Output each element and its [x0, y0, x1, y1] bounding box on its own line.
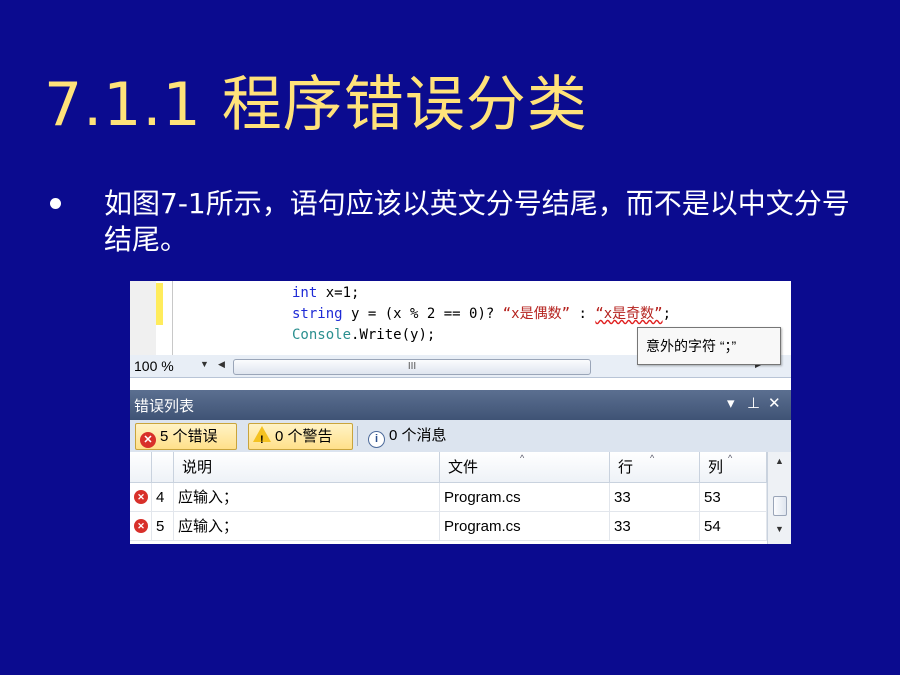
- column-header-icon[interactable]: [130, 452, 152, 483]
- code-text: :: [570, 306, 596, 322]
- errors-filter-button[interactable]: ✕ 5 个错误: [135, 423, 237, 450]
- row-description: 应输入；: [174, 512, 440, 541]
- column-header-number[interactable]: [152, 452, 174, 483]
- row-description: 应输入；: [174, 483, 440, 512]
- bullet-text: 如图7-1所示，语句应该以英文分号结尾，而不是以中文分号结尾。: [104, 187, 850, 256]
- change-marker: [156, 283, 163, 325]
- row-error-icon: ✕: [130, 483, 152, 512]
- messages-filter-button[interactable]: i0 个消息: [364, 423, 447, 448]
- row-line: 33: [610, 512, 700, 541]
- bullet-dot: [50, 198, 61, 209]
- scroll-up-icon[interactable]: ▲: [775, 456, 784, 466]
- row-number: 5: [152, 512, 174, 541]
- errors-count-label: 5 个错误: [160, 428, 218, 445]
- sort-caret-icon: ^: [520, 453, 525, 463]
- code-line-3: Console.Write(y);: [292, 325, 435, 345]
- vertical-scrollbar[interactable]: ▲ ▼: [767, 452, 791, 544]
- row-file: Program.cs: [440, 483, 610, 512]
- column-header-line-label: 行: [618, 459, 634, 476]
- vertical-scroll-thumb[interactable]: [773, 496, 787, 516]
- column-header-line[interactable]: 行 ^: [610, 452, 700, 483]
- error-list-title: 错误列表: [134, 398, 195, 415]
- row-file: Program.cs: [440, 512, 610, 541]
- code-text: .Write(y);: [351, 327, 436, 343]
- toolbar-separator: [357, 426, 358, 446]
- zoom-dropdown-icon[interactable]: ▼: [200, 359, 209, 369]
- error-icon: ✕: [140, 432, 156, 448]
- string-literal-even: “x是偶数”: [502, 306, 571, 322]
- row-number: 4: [152, 483, 174, 512]
- column-header-column[interactable]: 列 ^: [700, 452, 767, 483]
- warning-icon: [253, 426, 271, 453]
- error-icon: ✕: [134, 490, 148, 504]
- column-header-file-label: 文件: [448, 459, 479, 476]
- visual-studio-screenshot: int x=1; string y = (x % 2 == 0)? “x是偶数”…: [130, 281, 791, 544]
- warnings-filter-button[interactable]: 0 个警告: [248, 423, 353, 453]
- warnings-count-label: 0 个警告: [275, 428, 333, 445]
- horizontal-scroll-thumb[interactable]: III: [233, 359, 591, 375]
- code-terminator: ;: [662, 306, 672, 322]
- column-header-column-label: 列: [708, 459, 724, 476]
- scroll-down-icon[interactable]: ▼: [775, 524, 784, 534]
- slide-title: 7.1.1 程序错误分类: [44, 70, 588, 140]
- code-editor[interactable]: int x=1; string y = (x % 2 == 0)? “x是偶数”…: [130, 281, 791, 365]
- code-line-1: int x=1;: [292, 283, 359, 303]
- sort-caret-icon: ^: [650, 453, 655, 463]
- window-position-icon[interactable]: ▾: [727, 394, 735, 412]
- error-list-toolbar: ✕5 个错误 0 个警告 i0 个消息: [130, 420, 791, 453]
- scroll-left-icon[interactable]: ◀: [218, 359, 225, 370]
- error-list-header: 错误列表 ▾ ⊥ ✕: [130, 390, 791, 420]
- error-table: 说明 文件 ^ 行 ^ 列 ^ ✕ 4 应输入； Program.cs 33 53 ✕…: [130, 452, 791, 544]
- sort-caret-icon: ^: [728, 453, 733, 463]
- row-column: 53: [700, 483, 767, 512]
- row-line: 33: [610, 483, 700, 512]
- editor-margin: [130, 281, 156, 355]
- string-literal-odd: “x是奇数”: [595, 306, 663, 322]
- error-icon: ✕: [134, 519, 148, 533]
- row-column: 54: [700, 512, 767, 541]
- close-icon[interactable]: ✕: [768, 394, 781, 412]
- row-error-icon: ✕: [130, 512, 152, 541]
- code-text: x=1;: [317, 285, 360, 301]
- info-icon: i: [368, 431, 385, 448]
- keyword-string: string: [292, 306, 343, 322]
- margin-divider: [172, 281, 173, 355]
- messages-count-label: 0 个消息: [389, 427, 447, 444]
- zoom-level[interactable]: 100 %: [134, 358, 174, 374]
- column-header-file[interactable]: 文件 ^: [440, 452, 610, 483]
- column-header-description[interactable]: 说明: [174, 452, 440, 483]
- error-tooltip: 意外的字符 “；”: [637, 327, 781, 365]
- keyword-int: int: [292, 285, 318, 301]
- pin-icon[interactable]: ⊥: [747, 394, 760, 412]
- code-line-2: string y = (x % 2 == 0)? “x是偶数” : “x是奇数”…: [292, 304, 671, 324]
- code-text: y = (x % 2 == 0)?: [342, 306, 503, 322]
- type-console: Console: [292, 327, 352, 343]
